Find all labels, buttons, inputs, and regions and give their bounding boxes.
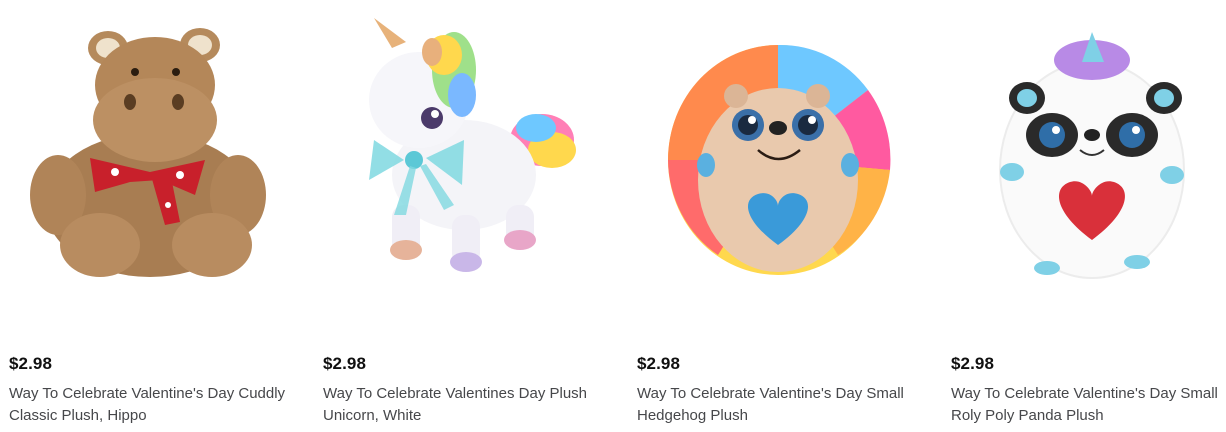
- product-title-link[interactable]: Way To Celebrate Valentine's Day Cuddly …: [9, 383, 299, 427]
- product-image-hippo[interactable]: [0, 0, 300, 320]
- product-title-link[interactable]: Way To Celebrate Valentine's Day Small R…: [951, 383, 1226, 427]
- product-title-link[interactable]: Way To Celebrate Valentine's Day Small H…: [637, 383, 927, 427]
- product-card[interactable]: $2.98 Way To Celebrate Valentine's Day S…: [628, 0, 928, 432]
- product-price: $2.98: [951, 354, 995, 373]
- product-image-hedgehog[interactable]: [628, 0, 928, 320]
- product-price: $2.98: [9, 354, 53, 373]
- product-image-unicorn[interactable]: [314, 0, 614, 320]
- product-card[interactable]: $2.98 Way To Celebrate Valentines Day Pl…: [314, 0, 614, 432]
- product-title-link[interactable]: Way To Celebrate Valentines Day Plush Un…: [323, 383, 613, 427]
- product-card[interactable]: $2.98 Way To Celebrate Valentine's Day C…: [0, 0, 300, 432]
- product-image-panda[interactable]: [942, 0, 1226, 320]
- product-price: $2.98: [323, 354, 367, 373]
- product-price: $2.98: [637, 354, 681, 373]
- product-card[interactable]: $2.98 Way To Celebrate Valentine's Day S…: [942, 0, 1226, 432]
- product-grid: $2.98 Way To Celebrate Valentine's Day C…: [0, 0, 1226, 432]
